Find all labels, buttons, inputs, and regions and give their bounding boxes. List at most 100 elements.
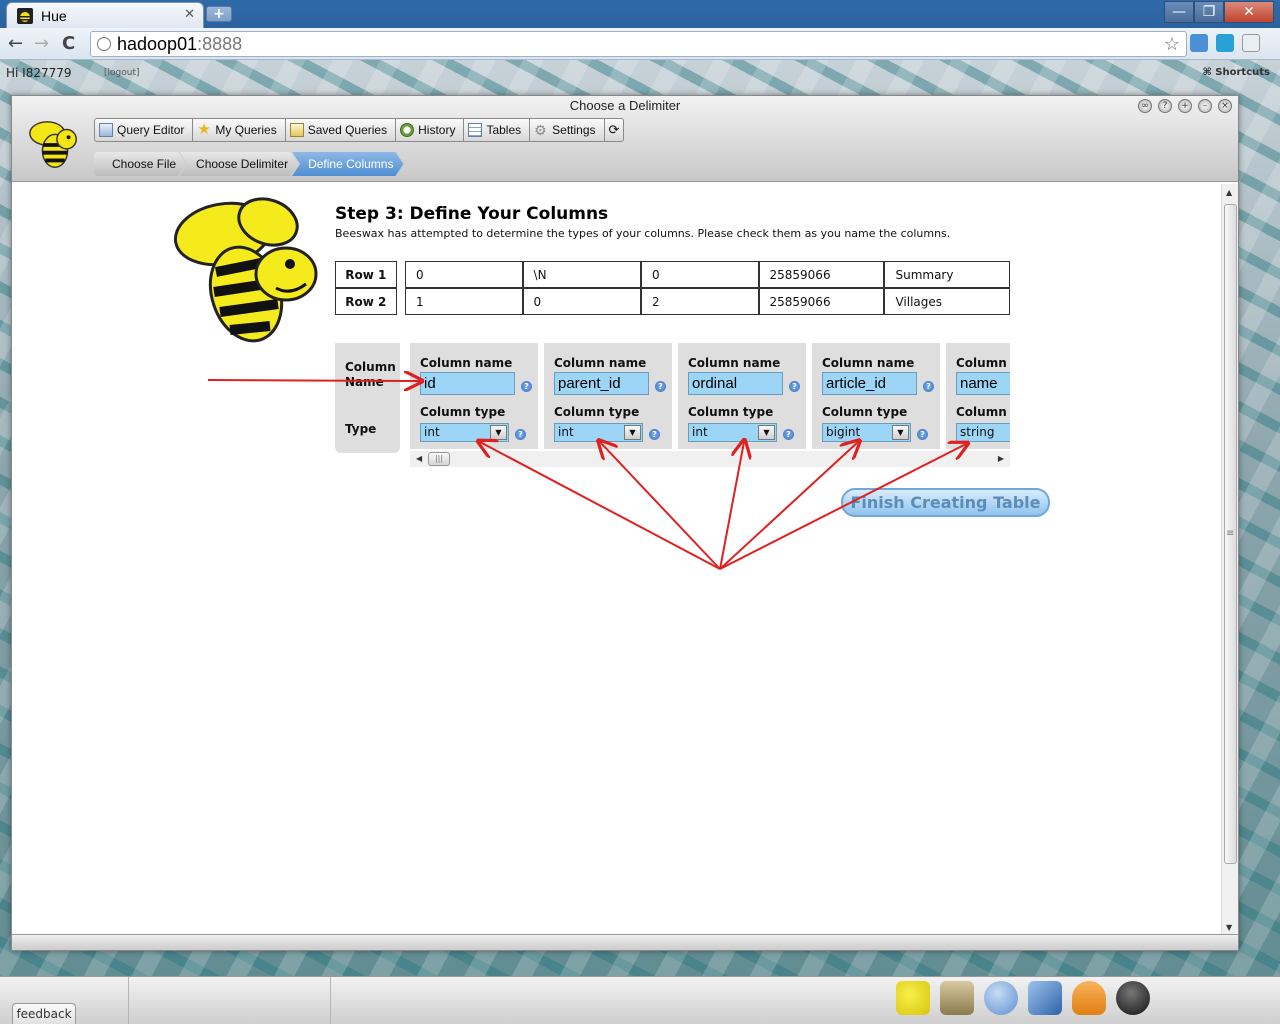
crumb-choose-delimiter[interactable]: Choose Delimiter xyxy=(180,152,298,176)
crumb-choose-file[interactable]: Choose File xyxy=(94,152,186,176)
logout-link[interactable]: [logout] xyxy=(104,68,139,78)
chevron-down-icon: ▼ xyxy=(490,425,507,440)
column-type-caption: Column type xyxy=(822,405,908,419)
column-type-caption: Column type xyxy=(420,405,506,419)
saved-queries-icon xyxy=(289,123,304,137)
vertical-scrollbar[interactable]: ▲ ≡ ▼ xyxy=(1221,184,1238,936)
help-icon[interactable]: ? xyxy=(649,429,660,440)
wrench-menu-icon[interactable] xyxy=(1242,34,1260,52)
file-browser-icon[interactable] xyxy=(940,981,974,1015)
nav-history[interactable]: History xyxy=(396,118,465,142)
table-cell: Summary xyxy=(884,261,1010,288)
column-name-caption: Column name xyxy=(822,356,915,370)
column-type-select[interactable]: int ▼ xyxy=(554,423,643,442)
help-icon[interactable] xyxy=(984,981,1018,1015)
finish-creating-table-button[interactable]: Finish Creating Table xyxy=(841,488,1050,517)
help-icon[interactable]: ? xyxy=(1158,99,1172,113)
reload-button[interactable]: C xyxy=(62,33,75,54)
chevron-down-icon: ▼ xyxy=(892,425,909,440)
help-icon[interactable]: ? xyxy=(789,381,800,392)
hue-user-bar: Hi I827779 [logout] ⌘ Shortcuts xyxy=(0,61,1280,85)
table-cell: 25859066 xyxy=(758,261,885,288)
column-name-input[interactable] xyxy=(688,372,783,395)
scroll-right-icon[interactable]: ▶ xyxy=(998,454,1004,463)
nav-saved-queries[interactable]: Saved Queries xyxy=(285,118,397,142)
help-icon[interactable]: ? xyxy=(923,381,934,392)
browser-tab[interactable]: Hue ✕ xyxy=(6,2,204,28)
nav-label: Query Editor xyxy=(117,123,185,137)
table-cell: 25859066 xyxy=(758,288,885,315)
table-cell: 1 xyxy=(404,288,523,315)
column-card: Column name ? Column type bigint ▼ ? xyxy=(812,343,940,449)
shortcuts-link[interactable]: ⌘ Shortcuts xyxy=(1203,67,1270,78)
feedback-tab[interactable]: feedback xyxy=(12,1003,76,1024)
page-title: Step 3: Define Your Columns xyxy=(335,204,609,224)
column-name-input[interactable] xyxy=(554,372,649,395)
column-name-input[interactable] xyxy=(420,372,515,395)
column-type-select[interactable]: bigint ▼ xyxy=(822,423,911,442)
close-icon[interactable]: × xyxy=(1218,99,1232,113)
help-icon[interactable]: ? xyxy=(783,429,794,440)
beeswax-icon[interactable] xyxy=(896,981,930,1015)
beeswax-nav: Query Editor ★ My Queries Saved Queries … xyxy=(94,118,625,142)
globe-icon xyxy=(97,37,111,51)
bookmark-star-icon[interactable]: ☆ xyxy=(1164,32,1180,56)
browser-toolbar: ← → C hadoop01:8888 ☆ xyxy=(0,28,1280,60)
table-cell: 0 xyxy=(522,288,641,315)
help-icon[interactable]: ? xyxy=(655,381,666,392)
new-tab-button[interactable]: + xyxy=(206,6,232,22)
job-designer-icon[interactable] xyxy=(1028,981,1062,1015)
scroll-left-icon[interactable]: ◀ xyxy=(416,454,422,463)
scroll-down-icon[interactable]: ▼ xyxy=(1226,923,1232,932)
column-type-caption: Column type xyxy=(956,405,1010,419)
horizontal-scrollbar[interactable]: ◀ ||| ▶ xyxy=(410,451,1010,467)
help-icon[interactable]: ? xyxy=(515,429,526,440)
help-icon[interactable]: ? xyxy=(917,429,928,440)
table-cell: \N xyxy=(522,261,641,288)
beeswax-logo-icon xyxy=(29,121,77,168)
column-name-caption: Column name xyxy=(420,356,513,370)
help-icon[interactable]: ? xyxy=(521,381,532,392)
refresh-button[interactable]: ⟳ xyxy=(604,118,625,142)
column-type-value: int xyxy=(424,425,440,439)
hue-taskbar: feedback xyxy=(0,976,1280,1024)
scroll-up-icon[interactable]: ▲ xyxy=(1226,188,1232,197)
nav-query-editor[interactable]: Query Editor xyxy=(94,118,194,142)
skype-extension-icon[interactable] xyxy=(1216,34,1234,52)
crumb-define-columns[interactable]: Define Columns xyxy=(292,152,403,176)
column-type-caption: Column type xyxy=(688,405,774,419)
address-bar[interactable]: hadoop01:8888 ☆ xyxy=(90,31,1187,57)
close-window-button[interactable]: ✕ xyxy=(1224,1,1274,23)
minimize-button[interactable]: — xyxy=(1164,1,1194,23)
column-type-value: string xyxy=(960,425,995,439)
column-card: Column name ? Column type int ▼ ? xyxy=(544,343,672,449)
tab-close-icon[interactable]: ✕ xyxy=(184,7,195,22)
nav-tables[interactable]: Tables xyxy=(464,118,531,142)
nav-settings[interactable]: ⚙ Settings xyxy=(530,118,605,142)
minimize-icon[interactable]: – xyxy=(1198,99,1212,113)
star-icon: ★ xyxy=(197,121,211,138)
window-controls: — ❐ ✕ xyxy=(1164,1,1274,23)
user-admin-icon[interactable] xyxy=(1116,981,1150,1015)
link-icon[interactable]: ∞ xyxy=(1138,99,1152,113)
column-type-value: int xyxy=(558,425,574,439)
forward-button[interactable]: → xyxy=(34,33,49,54)
column-type-select[interactable]: string ▼ xyxy=(956,423,1010,442)
nav-label: History xyxy=(418,123,456,137)
scroll-thumb[interactable]: ||| xyxy=(428,452,450,466)
extension-icon[interactable] xyxy=(1190,34,1208,52)
column-name-input[interactable] xyxy=(956,372,1010,395)
column-definitions: Column Name Type Column name ? Column ty… xyxy=(335,343,1010,471)
maximize-button[interactable]: ❐ xyxy=(1194,1,1224,23)
column-card: Column name ? Column type string ▼ ? xyxy=(946,343,1010,449)
maximize-icon[interactable]: + xyxy=(1178,99,1192,113)
job-browser-icon[interactable] xyxy=(1072,981,1106,1015)
nav-my-queries[interactable]: ★ My Queries xyxy=(193,118,286,142)
back-button[interactable]: ← xyxy=(8,33,23,54)
column-type-select[interactable]: int ▼ xyxy=(420,423,509,442)
column-labels: Column Name Type xyxy=(335,343,400,453)
column-name-input[interactable] xyxy=(822,372,917,395)
column-name-caption: Column name xyxy=(956,356,1010,370)
column-type-select[interactable]: int ▼ xyxy=(688,423,777,442)
nav-label: Saved Queries xyxy=(307,123,388,137)
